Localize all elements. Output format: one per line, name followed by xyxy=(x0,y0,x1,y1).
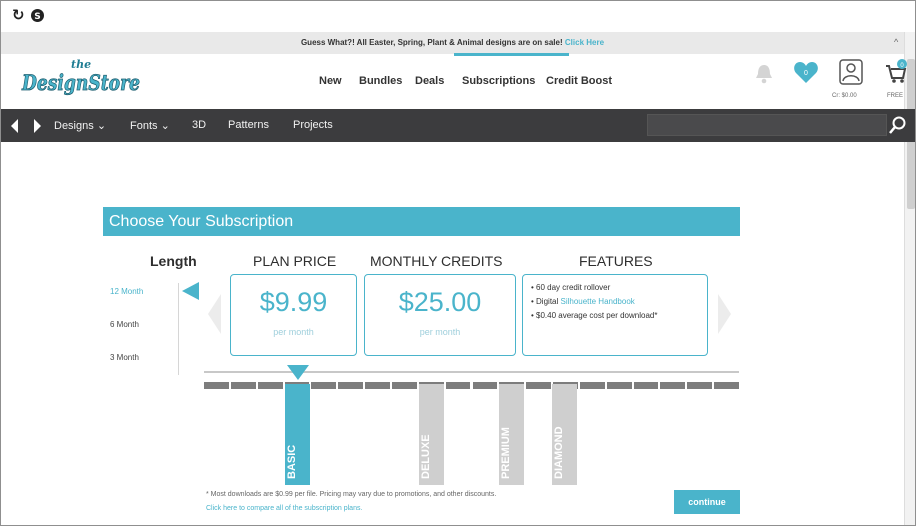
announcement-link[interactable]: Click Here xyxy=(565,38,604,47)
chevron-left-icon[interactable] xyxy=(208,294,221,334)
back-arrow-icon[interactable] xyxy=(11,119,18,133)
feature-text: 60 day credit rollover xyxy=(536,283,611,292)
slider-segment[interactable] xyxy=(311,382,337,389)
feature-text: $0.40 average cost per download* xyxy=(536,311,658,320)
slider-segment[interactable] xyxy=(714,382,739,389)
nav-deals[interactable]: Deals xyxy=(415,75,444,87)
feature-item: • Digital Silhouette Handbook xyxy=(531,297,635,306)
user-icon[interactable] xyxy=(839,59,863,85)
slider-segment[interactable] xyxy=(445,382,471,389)
nav-bundles[interactable]: Bundles xyxy=(359,75,402,87)
extension-icon[interactable]: S xyxy=(30,8,45,23)
plan-tab-label: DIAMOND xyxy=(552,426,565,479)
nav-fonts[interactable]: Fonts ⌄ xyxy=(130,119,170,132)
cart-label: FREE xyxy=(887,93,904,99)
compare-plans-link[interactable]: Click here to compare all of the subscri… xyxy=(206,505,362,512)
plan-price-heading: PLAN PRICE xyxy=(253,253,337,269)
monthly-credits-caption: per month xyxy=(419,327,461,337)
site-logo[interactable]: the DesignStore xyxy=(19,56,144,102)
chevron-down-icon: ⌄ xyxy=(96,120,107,132)
heart-count: 0 xyxy=(804,70,808,77)
browser-toolbar: ↻ S xyxy=(1,1,915,32)
slider-line xyxy=(204,371,739,373)
credit-balance: Cr: $0.00 xyxy=(832,93,857,99)
length-divider xyxy=(178,283,179,375)
feature-text: Digital xyxy=(536,297,561,306)
plan-price-caption: per month xyxy=(273,327,314,337)
monthly-credits-heading: MONTHLY CREDITS xyxy=(370,253,503,269)
slider-segment[interactable] xyxy=(472,382,498,389)
selected-length-arrow-icon xyxy=(182,282,199,300)
subscription-title: Choose Your Subscription xyxy=(103,207,740,236)
nav-fonts-label: Fonts xyxy=(130,120,158,132)
monthly-credits-value: $25.00 xyxy=(398,287,482,317)
logo-main-text: DesignStore xyxy=(21,70,140,95)
chevron-right-icon[interactable] xyxy=(718,294,731,334)
nav-credit-boost[interactable]: Credit Boost xyxy=(546,75,612,87)
length-option-12-month[interactable]: 12 Month xyxy=(110,287,143,296)
nav-projects[interactable]: Projects xyxy=(293,119,333,131)
slider-segment[interactable] xyxy=(257,382,283,389)
continue-button[interactable]: continue xyxy=(674,490,740,514)
slider-segment[interactable] xyxy=(687,382,713,389)
search-icon xyxy=(889,116,906,134)
nav-designs[interactable]: Designs ⌄ xyxy=(54,119,106,132)
search-input[interactable] xyxy=(647,114,887,136)
bell-icon[interactable] xyxy=(754,63,774,85)
plan-price-value: $9.99 xyxy=(259,287,328,317)
forward-arrow-icon[interactable] xyxy=(34,119,41,133)
slider-segment[interactable] xyxy=(338,382,364,389)
plan-tab-label: DELUXE xyxy=(419,434,432,479)
plan-tab-label: BASIC xyxy=(285,444,298,479)
silhouette-handbook-link[interactable]: Silhouette Handbook xyxy=(560,297,634,306)
plan-tab-diamond[interactable]: DIAMOND xyxy=(552,384,577,485)
nav-3d[interactable]: 3D xyxy=(192,119,206,131)
plan-tab-label: PREMIUM xyxy=(499,427,512,479)
slider-segment[interactable] xyxy=(391,382,417,389)
heart-icon[interactable]: 0 xyxy=(793,61,819,85)
slider-segment[interactable] xyxy=(230,382,256,389)
chevron-down-icon: ⌄ xyxy=(160,120,170,132)
feature-item: • 60 day credit rollover xyxy=(531,283,611,292)
refresh-icon[interactable]: ↻ xyxy=(12,8,27,23)
chevron-up-icon[interactable]: ^ xyxy=(894,37,898,47)
slider-segment[interactable] xyxy=(365,382,390,389)
plan-tab-basic[interactable]: BASIC xyxy=(285,384,310,485)
search-button[interactable] xyxy=(887,114,909,136)
slider-segment[interactable] xyxy=(633,382,659,389)
announcement-text: Guess What?! All Easter, Spring, Plant &… xyxy=(300,38,563,47)
nav-patterns[interactable]: Patterns xyxy=(228,119,269,131)
features-box: • 60 day credit rollover • Digital Silho… xyxy=(522,274,708,356)
nav-new[interactable]: New xyxy=(319,75,342,87)
svg-text:S: S xyxy=(34,12,40,22)
plan-tab-deluxe[interactable]: DELUXE xyxy=(419,384,444,485)
pricing-footnote: * Most downloads are $0.99 per file. Pri… xyxy=(206,491,497,498)
announcement-bar: Guess What?! All Easter, Spring, Plant &… xyxy=(1,32,904,54)
monthly-credits-box: $25.00 per month xyxy=(364,274,516,356)
slider-segment[interactable] xyxy=(660,382,686,389)
plan-price-box: $9.99 per month xyxy=(230,274,357,356)
feature-item: • $0.40 average cost per download* xyxy=(531,311,658,320)
slider-segment[interactable] xyxy=(526,382,552,389)
nav-arrows xyxy=(11,119,41,133)
nav-subscriptions[interactable]: Subscriptions xyxy=(462,75,535,87)
slider-segment[interactable] xyxy=(204,382,229,389)
cart-icon[interactable]: 0 xyxy=(885,59,907,85)
announcement-underline xyxy=(454,53,569,56)
length-heading: Length xyxy=(150,253,197,269)
slider-marker-icon[interactable] xyxy=(287,365,309,380)
browser-viewport: ↻ S Guess What?! All Easter, Spring, Pla… xyxy=(0,0,916,526)
slider-segment[interactable] xyxy=(579,382,605,389)
nav-designs-label: Designs xyxy=(54,120,94,132)
plan-tab-premium[interactable]: PREMIUM xyxy=(499,384,524,485)
length-option-3-month[interactable]: 3 Month xyxy=(110,353,139,362)
slider-segment[interactable] xyxy=(606,382,632,389)
features-heading: FEATURES xyxy=(579,253,653,269)
length-option-6-month[interactable]: 6 Month xyxy=(110,320,139,329)
